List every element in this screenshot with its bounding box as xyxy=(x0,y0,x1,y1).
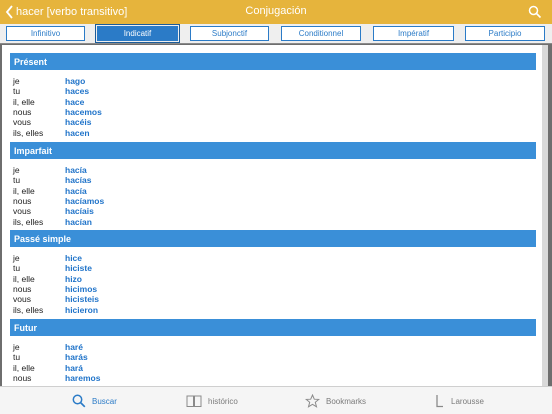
tab-conditionnel[interactable]: Conditionnel xyxy=(281,26,361,41)
table-row: tu hiciste xyxy=(13,263,92,274)
conjugation-panel[interactable]: Présent je hago tu haces il, elle hace nous… xyxy=(2,45,548,386)
section-title: Futur xyxy=(10,319,536,336)
table-row: ils, elles hicieron xyxy=(13,304,99,315)
search-icon xyxy=(72,394,86,408)
nav-buscar[interactable]: Buscar xyxy=(72,393,117,409)
nav-label: Bookmarks xyxy=(326,396,367,406)
section-imparfait: Imparfait je hacía tu hacías il, elle hacía… xyxy=(10,142,536,227)
table-row: je hice xyxy=(13,253,83,264)
table-row: je hacía xyxy=(13,165,87,176)
larousse-logo-icon xyxy=(436,395,443,408)
book-icon xyxy=(186,395,202,407)
table-row: ils, elles hacen xyxy=(13,127,90,138)
top-bar: hacer [verbo transitivo] Conjugación xyxy=(0,0,552,24)
section-futur: Futur je haré tu harás il, elle hará nous ha… xyxy=(10,319,536,383)
nav-historico[interactable]: histórico xyxy=(186,393,238,409)
table-row: tu hacías xyxy=(13,175,92,186)
table-row: je hago xyxy=(13,76,86,87)
table-row: nous hacíamos xyxy=(13,196,105,207)
table-row: il, elle hará xyxy=(13,362,83,373)
tab-subjonctif[interactable]: Subjonctif xyxy=(190,26,269,41)
page-title: Conjugación xyxy=(245,5,307,17)
table-row: tu harás xyxy=(13,352,88,363)
nav-larousse[interactable]: Larousse xyxy=(435,393,484,409)
table-row: ils, elles hacían xyxy=(13,216,92,227)
table-row: vous hacéis xyxy=(13,117,92,128)
nav-label: Larousse xyxy=(451,396,484,406)
section-present: Présent je hago tu haces il, elle hace nous… xyxy=(10,53,536,138)
bottom-tab-bar: Buscar histórico Bookmarks Larousse xyxy=(0,386,552,414)
table-row: je haré xyxy=(13,342,83,353)
table-row: vous hacíais xyxy=(13,206,94,217)
table-row: vous hicisteis xyxy=(13,294,100,305)
nav-bookmarks[interactable]: Bookmarks xyxy=(305,393,366,409)
nav-label: Buscar xyxy=(92,396,117,406)
tab-indicatif[interactable]: Indicatif xyxy=(95,24,180,43)
table-row: nous haremos xyxy=(13,373,101,384)
section-title: Passé simple xyxy=(10,230,536,247)
table-row: il, elle hizo xyxy=(13,273,82,284)
star-icon xyxy=(305,394,320,408)
scroll-gutter xyxy=(542,45,548,386)
nav-label: histórico xyxy=(208,396,238,406)
table-row: il, elle hace xyxy=(13,96,85,107)
mode-tabs: Infinitivo Indicatif Subjonctif Conditio… xyxy=(0,24,552,44)
search-icon[interactable] xyxy=(528,5,542,19)
table-row: tu haces xyxy=(13,86,90,97)
tab-imperatif[interactable]: Impératif xyxy=(373,26,454,41)
table-row: nous hacemos xyxy=(13,107,102,118)
section-title: Présent xyxy=(10,53,536,70)
tab-infinitivo[interactable]: Infinitivo xyxy=(6,26,85,41)
section-title: Imparfait xyxy=(10,142,536,159)
table-row: il, elle hacía xyxy=(13,185,87,196)
tab-participio[interactable]: Participio xyxy=(465,26,545,41)
section-passe-simple: Passé simple je hice tu hiciste il, elle hi… xyxy=(10,230,536,315)
table-row: nous hicimos xyxy=(13,284,98,295)
